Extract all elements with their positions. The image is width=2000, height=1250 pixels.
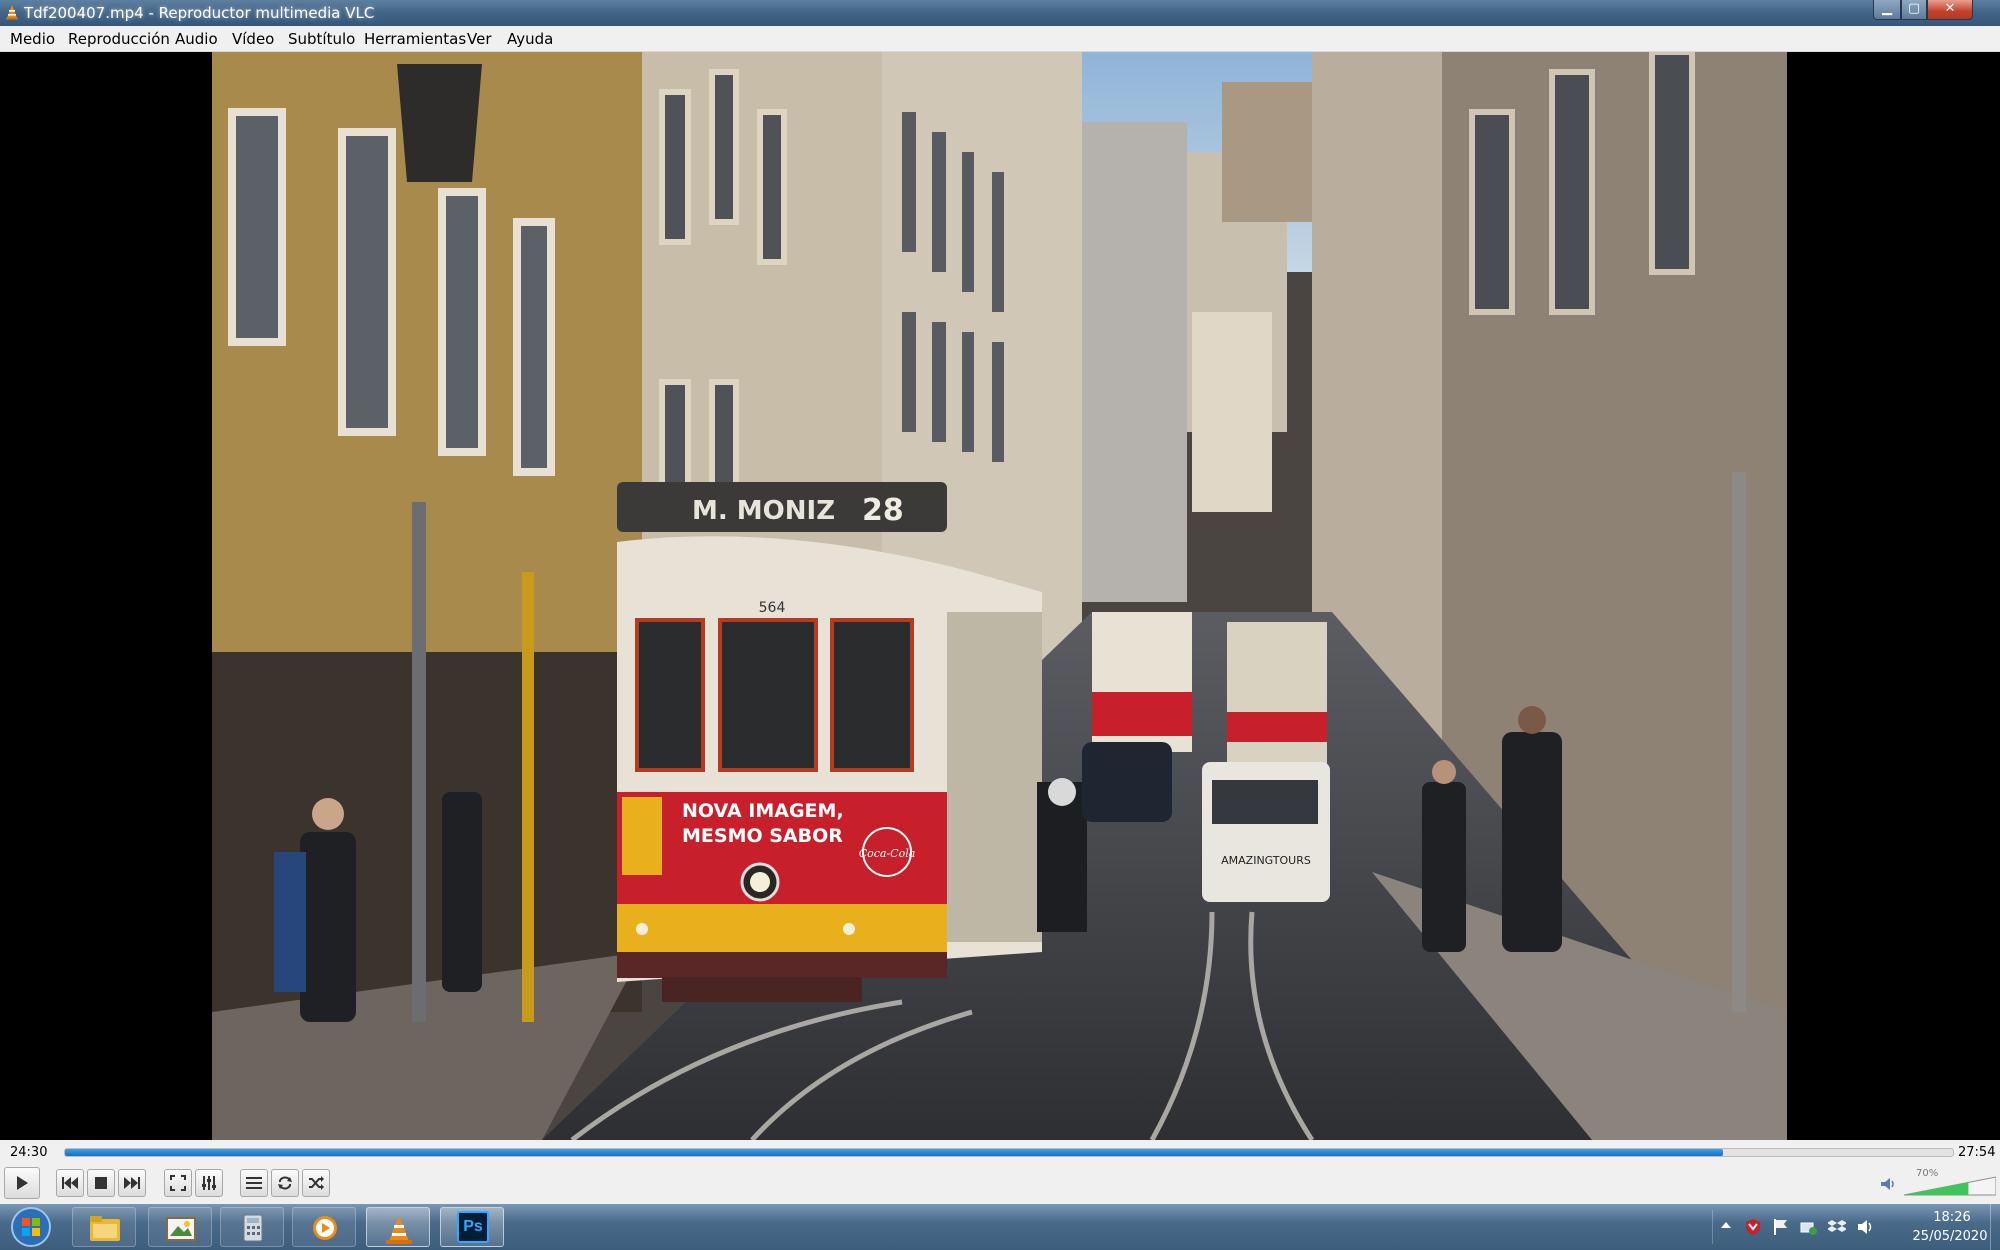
elapsed-time: 24:30 <box>10 1145 48 1160</box>
photoshop-icon: Ps <box>457 1211 489 1243</box>
tram-route-name: M. MONIZ <box>692 496 835 526</box>
vlc-window: Tdf200407.mp4 - Reproductor multimedia V… <box>0 0 2000 1250</box>
tuktuk-plate: AMAZINGTOURS <box>1221 854 1311 867</box>
stop-button[interactable] <box>87 1169 115 1197</box>
action-center-flag-icon[interactable] <box>1772 1218 1790 1236</box>
play-icon <box>17 1176 28 1190</box>
playlist-icon <box>246 1177 262 1189</box>
fullscreen-button[interactable] <box>164 1169 192 1197</box>
speaker-icon[interactable] <box>1880 1177 1896 1191</box>
loop-icon <box>278 1176 292 1190</box>
taskbar-media-player[interactable] <box>292 1207 356 1247</box>
menu-ver[interactable]: Ver <box>467 30 492 48</box>
start-button[interactable] <box>4 1206 58 1248</box>
loop-button[interactable] <box>271 1169 299 1197</box>
calculator-icon <box>243 1214 263 1242</box>
control-bar: 70% <box>0 1166 2000 1204</box>
street-tram-scene: AMAZINGTOURS M. MONIZ 28 564 NOVA IMAGEM… <box>212 52 1787 1140</box>
show-hidden-icons-icon[interactable] <box>1720 1218 1732 1232</box>
photos-icon <box>166 1217 196 1241</box>
taskbar-photoshop[interactable]: Ps <box>440 1207 504 1247</box>
volume-tray-icon[interactable] <box>1856 1218 1874 1236</box>
vlc-cone-icon <box>6 5 18 20</box>
fullscreen-icon <box>170 1175 186 1191</box>
previous-button[interactable] <box>56 1169 84 1197</box>
antivirus-shield-icon[interactable] <box>1744 1218 1762 1236</box>
vlc-cone-icon <box>386 1216 412 1244</box>
menu-herramientas[interactable]: Herramientas <box>364 30 466 48</box>
tram-ad-brand: Coca-Cola <box>859 847 916 860</box>
title-bar[interactable]: Tdf200407.mp4 - Reproductor multimedia V… <box>0 0 2000 26</box>
media-player-icon <box>313 1216 337 1240</box>
minimize-button[interactable]: ▁ <box>1873 0 1901 20</box>
folder-icon <box>90 1216 120 1241</box>
video-area[interactable]: AMAZINGTOURS M. MONIZ 28 564 NOVA IMAGEM… <box>0 52 2000 1140</box>
window-title: Tdf200407.mp4 - Reproductor multimedia V… <box>24 4 375 22</box>
show-desktop-button[interactable] <box>1990 1204 2000 1250</box>
total-time: 27:54 <box>1958 1145 1996 1160</box>
tram-route-number: 28 <box>862 493 904 528</box>
next-button[interactable] <box>118 1169 146 1197</box>
menu-reproduccion[interactable]: Reproducción <box>68 30 170 48</box>
menu-ayuda[interactable]: Ayuda <box>507 30 553 48</box>
seek-row: 24:30 27:54 <box>0 1140 2000 1166</box>
clock-time[interactable]: 18:26 <box>1912 1210 1992 1225</box>
dropbox-icon[interactable] <box>1828 1218 1846 1236</box>
maximize-button[interactable]: ▢ <box>1901 0 1927 20</box>
clock-date[interactable]: 25/05/2020 <box>1904 1229 1996 1244</box>
video-frame: AMAZINGTOURS M. MONIZ 28 564 NOVA IMAGEM… <box>212 52 1787 1140</box>
taskbar-photo-viewer[interactable] <box>148 1207 212 1247</box>
shuffle-icon <box>309 1176 324 1190</box>
menu-subtitulo[interactable]: Subtítulo <box>288 30 355 48</box>
random-button[interactable] <box>302 1169 330 1197</box>
previous-icon <box>62 1177 78 1189</box>
playlist-button[interactable] <box>240 1169 268 1197</box>
taskbar: Ps 18:26 25/05/2020 <box>0 1204 2000 1250</box>
seek-progress-fill <box>65 1149 1723 1156</box>
menu-audio[interactable]: Audio <box>175 30 218 48</box>
menu-medio[interactable]: Medio <box>10 30 55 48</box>
extended-settings-button[interactable] <box>195 1169 223 1197</box>
seek-slider[interactable] <box>64 1148 1954 1157</box>
play-button[interactable] <box>4 1167 40 1199</box>
tram-ad-line1: NOVA IMAGEM, <box>682 800 844 822</box>
close-button[interactable]: ✕ <box>1927 0 1973 20</box>
equalizer-icon <box>202 1176 216 1190</box>
taskbar-calculator[interactable] <box>220 1207 284 1247</box>
tram-ad-line2: MESMO SABOR <box>682 825 843 847</box>
stop-icon <box>95 1177 107 1189</box>
next-icon <box>124 1177 140 1189</box>
volume-slider[interactable] <box>1904 1176 1996 1196</box>
menu-bar: Medio Reproducción Audio Vídeo Subtítulo… <box>0 26 2000 52</box>
menu-video[interactable]: Vídeo <box>232 30 274 48</box>
taskbar-vlc[interactable] <box>366 1207 430 1247</box>
tram-car-number: 564 <box>759 600 786 616</box>
taskbar-explorer[interactable] <box>72 1207 136 1247</box>
network-icon[interactable] <box>1800 1218 1818 1236</box>
